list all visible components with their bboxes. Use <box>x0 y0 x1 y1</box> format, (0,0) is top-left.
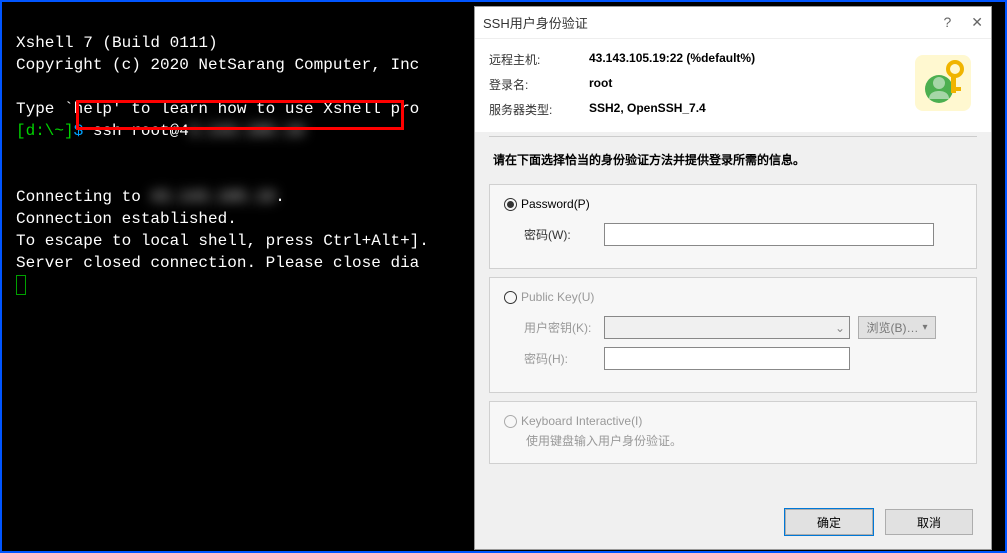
terminal-output[interactable]: Xshell 7 (Build 0111) Copyright (c) 2020… <box>16 10 429 296</box>
password-input[interactable] <box>604 223 934 246</box>
userkey-combo: ⌄ <box>604 316 850 339</box>
password-field-label: 密码(W): <box>524 226 604 243</box>
close-icon[interactable]: ✕ <box>971 14 983 31</box>
terminal-line: Connecting to <box>16 188 150 206</box>
keyboard-group: Keyboard Interactive(I) 使用键盘输入用户身份验证。 <box>489 401 977 464</box>
user-key-icon <box>915 55 971 111</box>
terminal-line: Connection established. <box>16 210 237 228</box>
prompt-path: [d:\~] <box>16 122 74 140</box>
server-type-label: 服务器类型: <box>489 101 589 118</box>
chevron-down-icon: ▾ <box>922 322 927 333</box>
terminal-line: Copyright (c) 2020 NetSarang Computer, I… <box>16 56 419 74</box>
instruction-text: 请在下面选择恰当的身份验证方法并提供登录所需的信息。 <box>475 137 991 178</box>
login-label: 登录名: <box>489 76 589 93</box>
publickey-group: Public Key(U) 用户密钥(K): ⌄ 浏览(B)…▾ 密码(H): <box>489 277 977 393</box>
dialog-footer: 确定 取消 <box>785 509 973 535</box>
remote-host-value: 43.143.105.19:22 (%default%) <box>589 51 755 68</box>
host-blurred: 43.143.105.19 <box>150 186 275 208</box>
password-group: Password(P) 密码(W): <box>489 184 977 269</box>
terminal-line: Xshell 7 (Build 0111) <box>16 34 218 52</box>
server-type-value: SSH2, OpenSSH_7.4 <box>589 101 706 118</box>
passphrase-input <box>604 347 850 370</box>
help-icon[interactable]: ? <box>943 14 951 31</box>
publickey-radio[interactable] <box>504 291 517 304</box>
browse-button: 浏览(B)…▾ <box>858 316 936 339</box>
ok-button[interactable]: 确定 <box>785 509 873 535</box>
keyboard-radio-label: Keyboard Interactive(I) <box>521 414 642 428</box>
dialog-titlebar[interactable]: SSH用户身份验证 ? ✕ <box>475 7 991 39</box>
keyboard-radio <box>504 415 517 428</box>
userkey-label: 用户密钥(K): <box>524 319 604 336</box>
dialog-title: SSH用户身份验证 <box>483 13 588 32</box>
passphrase-label: 密码(H): <box>524 350 604 367</box>
terminal-line: To escape to local shell, press Ctrl+Alt… <box>16 232 429 250</box>
highlight-box-red <box>76 100 404 130</box>
publickey-radio-label[interactable]: Public Key(U) <box>521 290 594 304</box>
ssh-auth-dialog: SSH用户身份验证 ? ✕ 远程主机: 43.143.105.19:22 (%d… <box>474 6 992 550</box>
password-radio-label[interactable]: Password(P) <box>521 197 590 211</box>
login-value: root <box>589 76 612 93</box>
password-radio[interactable] <box>504 198 517 211</box>
keyboard-hint: 使用键盘输入用户身份验证。 <box>526 432 962 449</box>
terminal-line: Server closed connection. Please close d… <box>16 254 419 272</box>
cancel-button[interactable]: 取消 <box>885 509 973 535</box>
chevron-down-icon: ⌄ <box>835 321 845 335</box>
remote-host-label: 远程主机: <box>489 51 589 68</box>
dialog-header: 远程主机: 43.143.105.19:22 (%default%) 登录名: … <box>475 39 991 132</box>
cursor-icon <box>16 275 26 295</box>
